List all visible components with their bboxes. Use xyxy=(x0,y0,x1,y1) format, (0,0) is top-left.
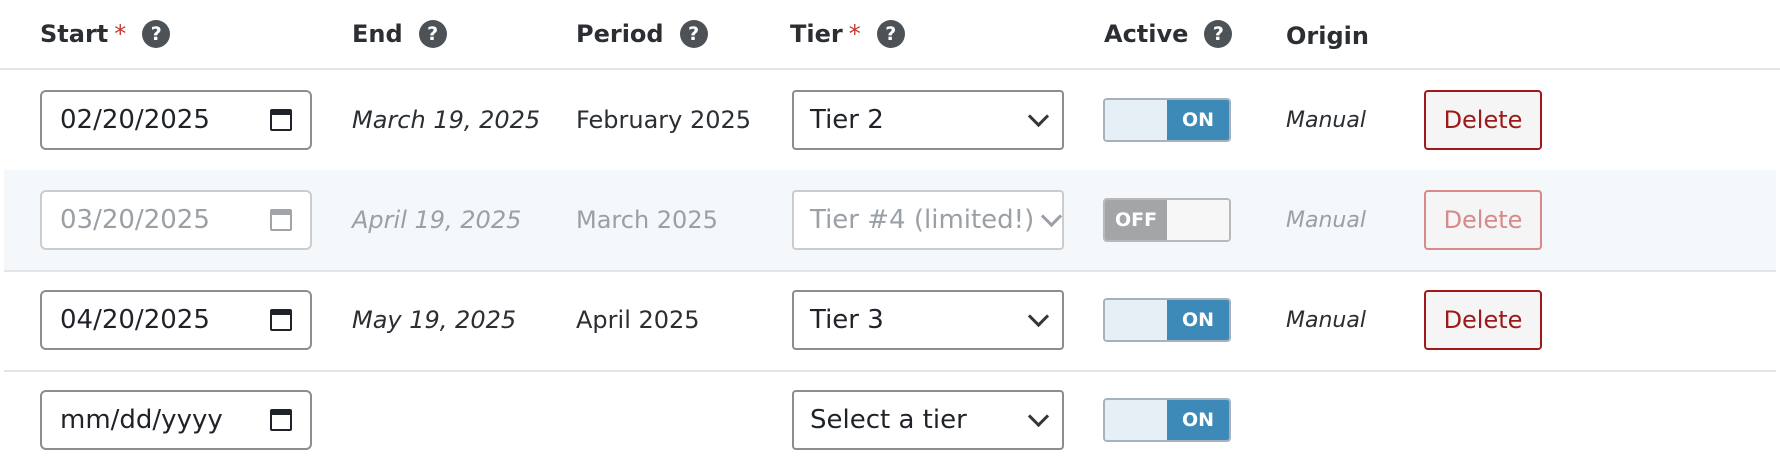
question-circle-icon[interactable]: ? xyxy=(418,20,447,48)
calendar-icon[interactable] xyxy=(270,309,292,331)
table-header: Start * ? End ? Period ? Tier * ? Active… xyxy=(0,0,1780,70)
toggle-off-label: OFF xyxy=(1105,200,1167,240)
toggle-track xyxy=(1105,100,1167,140)
active-toggle[interactable]: OFF xyxy=(1103,198,1231,242)
header-active-label: Active xyxy=(1104,20,1189,48)
header-origin: Origin xyxy=(1286,16,1369,56)
header-end-label: End xyxy=(352,20,403,48)
table-row: 04/20/2025 May 19, 2025 April 2025 Tier … xyxy=(4,270,1776,372)
active-toggle[interactable]: ON xyxy=(1103,298,1231,342)
new-active-toggle[interactable]: ON xyxy=(1103,398,1231,442)
calendar-icon[interactable] xyxy=(270,209,292,231)
chevron-down-icon xyxy=(1041,205,1062,227)
header-tier-label: Tier xyxy=(790,20,843,48)
question-circle-icon[interactable]: ? xyxy=(1204,20,1233,48)
header-start: Start * ? xyxy=(40,14,171,54)
start-date-value: 03/20/2025 xyxy=(60,205,210,235)
header-period-label: Period xyxy=(576,20,664,48)
header-start-label: Start xyxy=(40,20,109,48)
header-end: End ? xyxy=(352,14,447,54)
required-mark: * xyxy=(848,20,861,48)
calendar-icon[interactable] xyxy=(270,409,292,431)
toggle-on-label: ON xyxy=(1167,300,1229,340)
new-row: mm/dd/yyyy Select a tier ON xyxy=(4,370,1776,460)
origin: Manual xyxy=(1286,307,1366,333)
required-mark: * xyxy=(114,20,127,48)
delete-button[interactable]: Delete xyxy=(1424,190,1542,250)
header-active: Active ? xyxy=(1104,14,1233,54)
end-date: March 19, 2025 xyxy=(352,106,541,134)
toggle-track xyxy=(1167,200,1229,240)
table-row: 02/20/2025 March 19, 2025 February 2025 … xyxy=(4,70,1776,172)
origin: Manual xyxy=(1286,107,1366,133)
tier-select[interactable]: Tier #4 (limited!) xyxy=(792,190,1064,250)
start-date-value: 04/20/2025 xyxy=(60,305,210,335)
tier-selected-value: Tier 3 xyxy=(810,305,884,335)
header-tier: Tier * ? xyxy=(790,14,905,54)
header-period: Period ? xyxy=(576,14,708,54)
tier-selected-value: Tier #4 (limited!) xyxy=(810,205,1035,235)
question-circle-icon[interactable]: ? xyxy=(876,20,905,48)
question-circle-icon[interactable]: ? xyxy=(679,20,708,48)
delete-button[interactable]: Delete xyxy=(1424,90,1542,150)
start-date-value: 02/20/2025 xyxy=(60,105,210,135)
delete-button[interactable]: Delete xyxy=(1424,290,1542,350)
chevron-down-icon xyxy=(1027,405,1050,427)
start-date-input[interactable]: 04/20/2025 xyxy=(40,290,312,350)
toggle-on-label: ON xyxy=(1167,400,1229,440)
end-date: May 19, 2025 xyxy=(352,306,517,334)
chevron-down-icon xyxy=(1027,105,1050,127)
toggle-track xyxy=(1105,300,1167,340)
tier-selected-value: Tier 2 xyxy=(810,105,884,135)
new-start-date-input[interactable]: mm/dd/yyyy xyxy=(40,390,312,450)
toggle-on-label: ON xyxy=(1167,100,1229,140)
tier-placeholder: Select a tier xyxy=(810,405,967,435)
header-origin-label: Origin xyxy=(1286,22,1369,50)
chevron-down-icon xyxy=(1027,305,1050,327)
period: February 2025 xyxy=(576,106,752,134)
calendar-icon[interactable] xyxy=(270,109,292,131)
tier-select[interactable]: Tier 2 xyxy=(792,90,1064,150)
toggle-track xyxy=(1105,400,1167,440)
start-date-placeholder: mm/dd/yyyy xyxy=(60,405,223,435)
start-date-input[interactable]: 02/20/2025 xyxy=(40,90,312,150)
tier-select[interactable]: Tier 3 xyxy=(792,290,1064,350)
tier-schedule-table: Start * ? End ? Period ? Tier * ? Active… xyxy=(0,0,1780,460)
question-circle-icon[interactable]: ? xyxy=(142,20,171,48)
start-date-input[interactable]: 03/20/2025 xyxy=(40,190,312,250)
period: March 2025 xyxy=(576,206,718,234)
end-date: April 19, 2025 xyxy=(352,206,522,234)
period: April 2025 xyxy=(576,306,700,334)
table-row: 03/20/2025 April 19, 2025 March 2025 Tie… xyxy=(4,170,1776,272)
origin: Manual xyxy=(1286,207,1366,233)
active-toggle[interactable]: ON xyxy=(1103,98,1231,142)
new-tier-select[interactable]: Select a tier xyxy=(792,390,1064,450)
